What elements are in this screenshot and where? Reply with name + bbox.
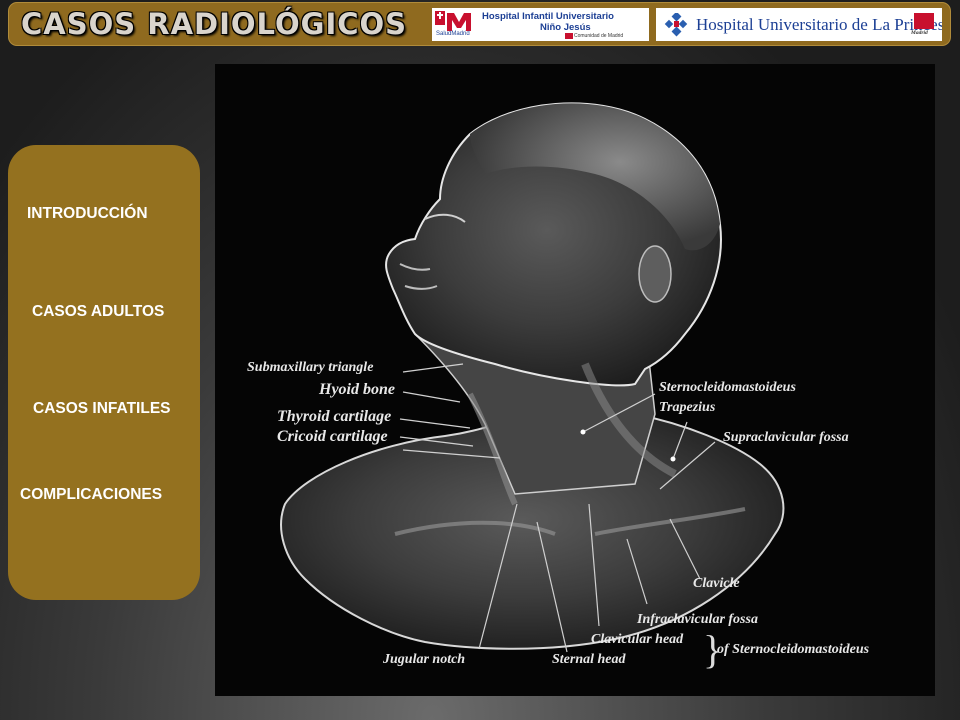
page-title: CASOS RADIOLÓGICOS [21, 7, 408, 41]
label-sternocleidomastoideus: Sternocleidomastoideus [659, 380, 796, 395]
label-sternal-head: Sternal head [552, 652, 626, 667]
label-of-sternocleidomastoideus: of Sternocleidomastoideus [717, 642, 870, 657]
sidebar-item-introduccion[interactable]: INTRODUCCIÓN [27, 205, 148, 223]
princesa-logo-icon [664, 13, 688, 37]
sidebar-item-casos-infantiles[interactable]: CASOS INFATILES [33, 400, 171, 418]
sidebar-item-complicaciones[interactable]: COMPLICACIONES [20, 486, 162, 504]
label-clavicular-head: Clavicular head [591, 632, 684, 647]
madrid-flag-icon [565, 33, 573, 39]
sidebar-item-casos-adultos[interactable]: CASOS ADULTOS [32, 303, 164, 321]
logo2-line1: Hospital Universitario de La Princesa [696, 15, 942, 34]
neck-anatomy-drawing [280, 102, 785, 653]
label-trapezius: Trapezius [659, 400, 716, 415]
label-thyroid: Thyroid cartilage [277, 408, 392, 425]
anatomy-illustration: Submaxillary triangle Hyoid bone Thyroid… [215, 64, 935, 696]
header-bar: CASOS RADIOLÓGICOS Hospital Infantil Uni… [8, 2, 951, 46]
label-clavicle: Clavicle [693, 576, 740, 591]
logo1-line3: SaludMadrid [436, 31, 470, 37]
comunidad-madrid-logo: Madrid [910, 10, 938, 38]
logo1-line2: Niño Jesús [540, 22, 591, 33]
logo1-line1: Hospital Infantil Universitario [482, 11, 614, 22]
logo-hospital-la-princesa: Hospital Universitario de La Princesa Ma… [656, 8, 942, 41]
madrid-flag-icon [914, 13, 934, 29]
label-cricoid: Cricoid cartilage [277, 428, 388, 445]
label-supraclavicular: Supraclavicular fossa [723, 430, 849, 445]
sidebar-nav: INTRODUCCIÓN CASOS ADULTOS CASOS INFATIL… [8, 145, 200, 600]
label-submaxillary: Submaxillary triangle [247, 360, 374, 375]
label-infraclavicular: Infraclavicular fossa [637, 612, 758, 627]
logo-hospital-nino-jesus: Hospital Infantil Universitario Niño Jes… [432, 8, 649, 41]
label-hyoid: Hyoid bone [319, 381, 395, 398]
madrid-tag: Madrid [911, 30, 928, 36]
label-jugular-notch: Jugular notch [383, 652, 466, 667]
logo1-line4: Comunidad de Madrid [574, 33, 624, 39]
